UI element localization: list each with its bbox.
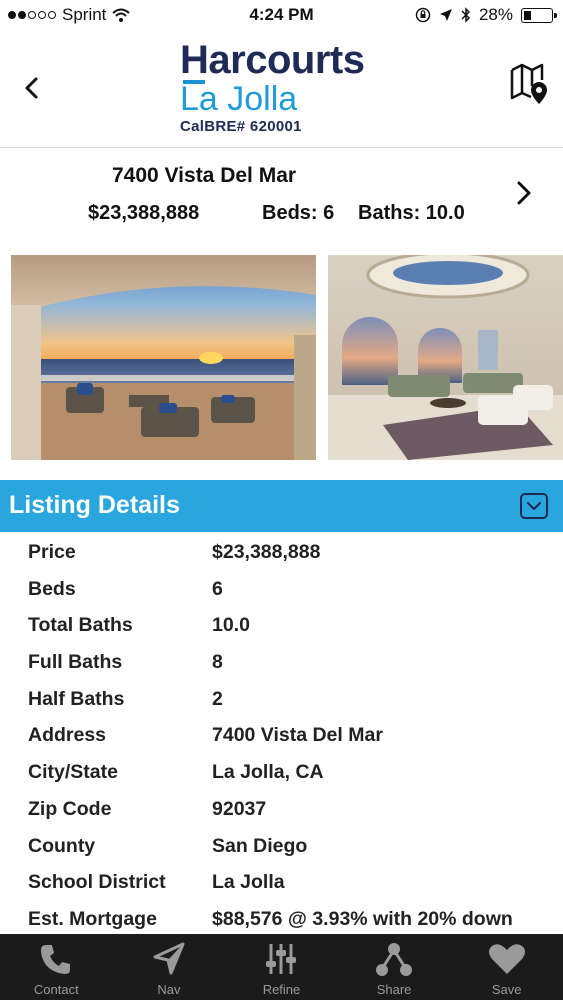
detail-row-total-baths: Total Baths 10.0: [0, 606, 563, 643]
back-button[interactable]: [18, 72, 46, 104]
detail-value: $88,576 @ 3.93% with 20% down: [212, 907, 513, 930]
location-arrow-icon: [439, 9, 452, 21]
collapse-button[interactable]: [520, 493, 548, 519]
listing-details-list: Price $23,388,888 Beds 6 Total Baths 10.…: [0, 533, 563, 937]
tab-share[interactable]: Share: [338, 934, 451, 1000]
status-right: 28%: [415, 5, 557, 25]
listing-details-title: Listing Details: [9, 491, 180, 519]
detail-label: Total Baths: [28, 614, 133, 637]
bottom-tab-bar: Contact Nav Refine Share Save: [0, 934, 563, 1000]
tab-label: Nav: [157, 982, 181, 997]
detail-value: 92037: [212, 797, 267, 820]
detail-value: La Jolla, CA: [212, 761, 324, 784]
detail-row-est-mortgage: Est. Mortgage $88,576 @ 3.93% with 20% d…: [0, 900, 563, 937]
tab-save[interactable]: Save: [450, 934, 563, 1000]
app-header: Harcourts La Jolla CalBRE# 620001: [0, 30, 563, 148]
company-logo: Harcourts La Jolla CalBRE# 620001: [180, 38, 390, 135]
logo-city: La Jolla: [180, 80, 298, 118]
detail-row-city-state: City/State La Jolla, CA: [0, 753, 563, 790]
logo-license: CalBRE# 620001: [180, 118, 302, 135]
detail-row-full-baths: Full Baths 8: [0, 643, 563, 680]
navigation-arrow-icon: [153, 942, 185, 975]
detail-label: Address: [28, 724, 107, 747]
detail-row-school-district: School District La Jolla: [0, 863, 563, 900]
detail-row-price: Price $23,388,888: [0, 533, 563, 570]
battery-icon: [521, 7, 557, 23]
detail-label: Price: [28, 541, 76, 563]
tab-label: Share: [376, 982, 412, 997]
detail-value: 7400 Vista Del Mar: [212, 724, 383, 747]
map-pin-icon[interactable]: [509, 62, 551, 108]
detail-label: Est. Mortgage: [28, 907, 157, 930]
property-photo-living-room[interactable]: [328, 255, 563, 460]
phone-icon: [41, 945, 71, 974]
detail-label: School District: [28, 871, 166, 894]
detail-value: 8: [212, 651, 223, 674]
property-baths: Baths: 10.0: [358, 202, 465, 224]
detail-value: 6: [212, 577, 223, 600]
detail-label: Half Baths: [28, 687, 125, 710]
property-photo-balcony[interactable]: [11, 255, 316, 460]
orientation-lock-icon: [415, 7, 431, 23]
tab-label: Contact: [33, 982, 79, 997]
heart-icon: [488, 944, 525, 974]
tab-label: Refine: [262, 982, 301, 997]
chevron-right-icon[interactable]: [513, 178, 535, 208]
tab-refine[interactable]: Refine: [225, 934, 338, 1000]
detail-row-address: Address 7400 Vista Del Mar: [0, 716, 563, 753]
detail-label: Beds: [28, 577, 76, 600]
share-icon: [376, 943, 413, 976]
detail-value: San Diego: [212, 834, 308, 857]
detail-value: $23,388,888: [212, 541, 321, 563]
detail-value: 2: [212, 687, 223, 710]
property-address: 7400 Vista Del Mar: [112, 164, 297, 187]
detail-label: City/State: [28, 761, 118, 784]
detail-label: Full Baths: [28, 651, 123, 674]
chevron-down-icon: [526, 501, 542, 511]
tab-label: Save: [491, 982, 522, 997]
tab-contact[interactable]: Contact: [0, 934, 113, 1000]
tab-nav[interactable]: Nav: [113, 934, 226, 1000]
battery-percent: 28%: [478, 5, 513, 24]
property-beds: Beds: 6: [262, 202, 335, 224]
detail-row-county: County San Diego: [0, 827, 563, 864]
detail-row-zip-code: Zip Code 92037: [0, 790, 563, 827]
detail-value: La Jolla: [212, 871, 285, 894]
status-bar: Sprint 4:24 PM 28%: [0, 0, 563, 30]
sliders-icon: [266, 944, 297, 974]
bluetooth-icon: [461, 7, 471, 23]
property-price: $23,388,888: [88, 202, 200, 224]
detail-row-half-baths: Half Baths 2: [0, 680, 563, 717]
listing-details-header[interactable]: Listing Details: [0, 480, 563, 532]
detail-value: 10.0: [212, 614, 250, 637]
detail-row-beds: Beds 6: [0, 570, 563, 607]
detail-label: Zip Code: [28, 797, 112, 820]
detail-label: County: [28, 834, 96, 857]
property-summary[interactable]: 7400 Vista Del Mar $23,388,888 Beds: 6 B…: [0, 148, 563, 248]
logo-brand: Harcourts: [180, 38, 365, 82]
